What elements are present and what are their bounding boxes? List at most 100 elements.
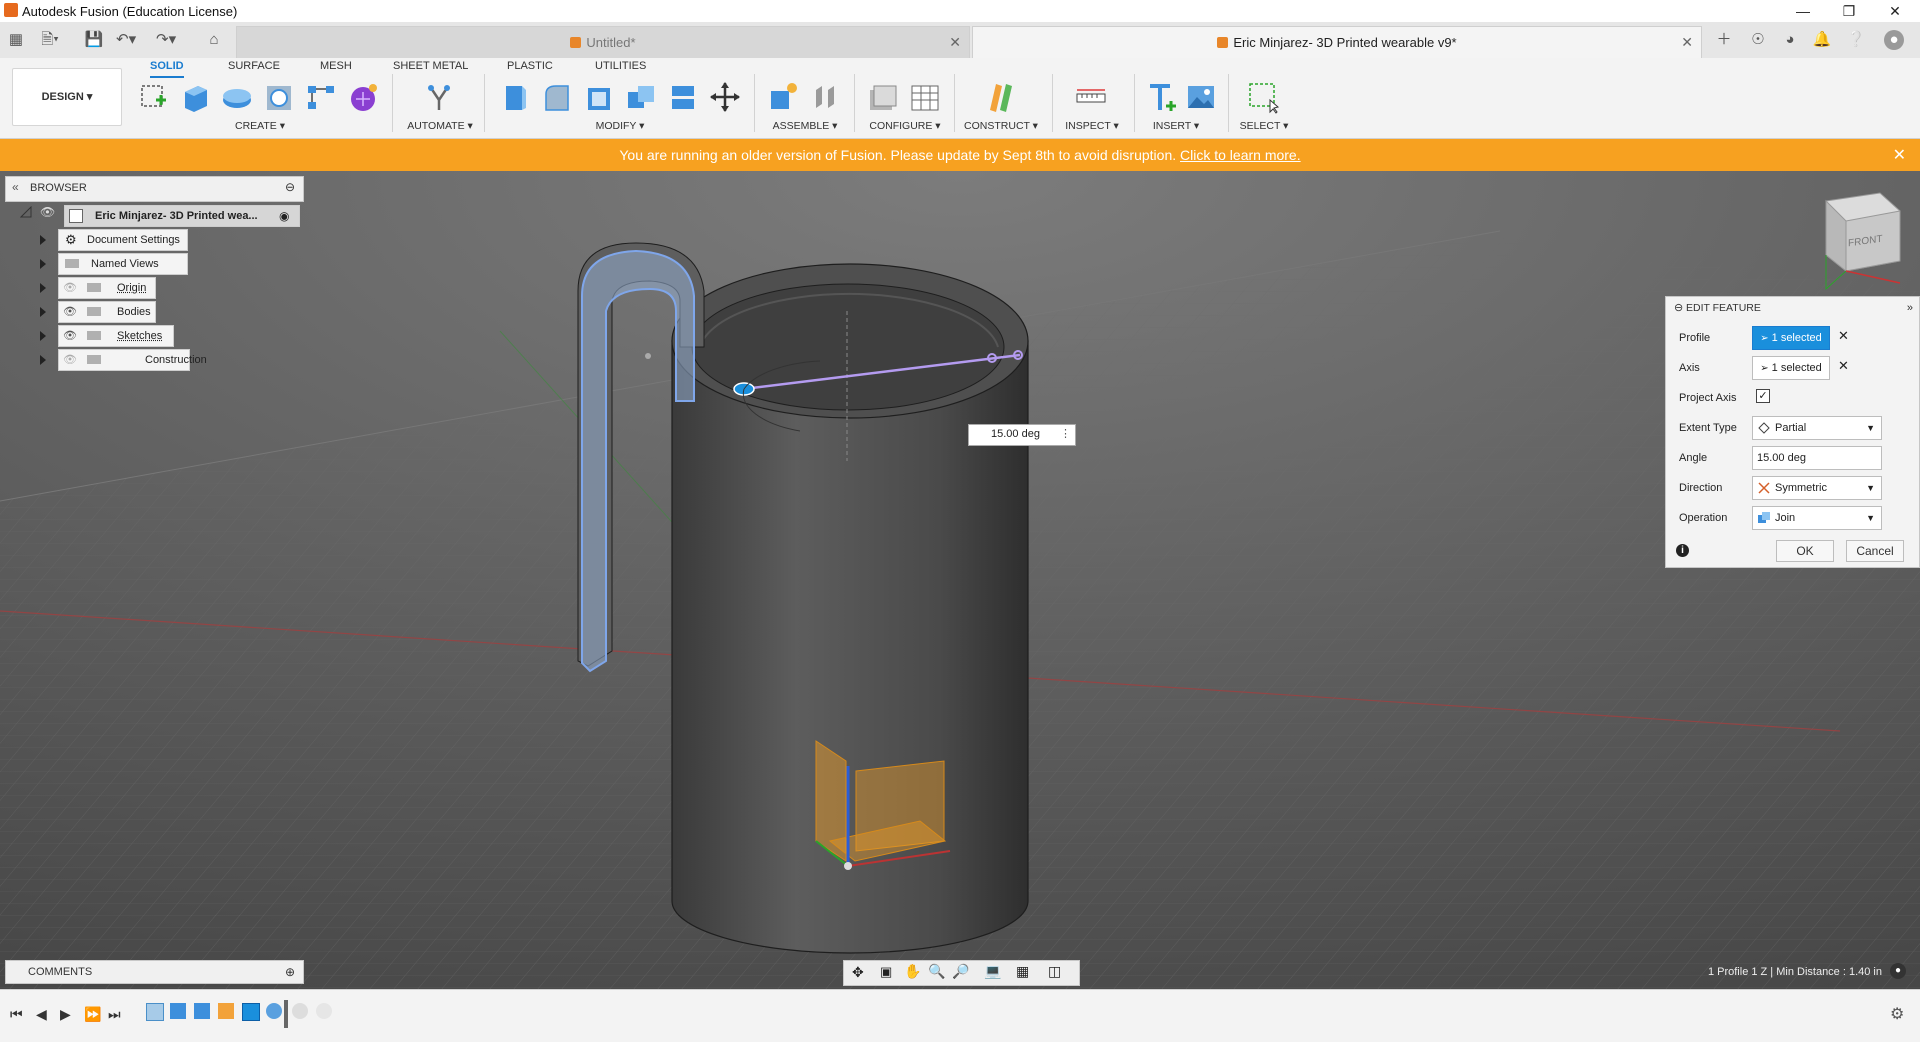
apps-grid-icon[interactable]: ▦ xyxy=(6,30,26,50)
close-window-button[interactable]: ✕ xyxy=(1872,0,1918,22)
visibility-hidden-icon[interactable]: 👁 xyxy=(63,278,77,298)
3d-viewport[interactable]: 15.00 deg ⋮ FRONT xyxy=(0,171,1920,989)
timeline-settings-gear-icon[interactable]: ⚙ xyxy=(1890,1004,1904,1024)
timeline-revolve-icon[interactable] xyxy=(266,1003,282,1019)
create-sketch-icon[interactable] xyxy=(136,80,170,114)
timeline-sketch-icon[interactable] xyxy=(146,1003,164,1021)
ok-button[interactable]: OK xyxy=(1776,540,1834,562)
zoom-icon[interactable]: 🔍 xyxy=(928,963,945,980)
browser-minimize-icon[interactable]: ⊖ xyxy=(285,180,295,194)
step-forward-icon[interactable]: ⏩ xyxy=(84,1006,101,1023)
inspect-menu[interactable]: INSPECT ▾ xyxy=(1056,120,1128,132)
timeline-marker[interactable] xyxy=(284,1000,288,1028)
cancel-button[interactable]: Cancel xyxy=(1846,540,1904,562)
angle-inline-input[interactable]: 15.00 deg ⋮ xyxy=(968,424,1076,446)
profile-selector[interactable]: ➢ 1 selected xyxy=(1752,326,1830,350)
tab-plastic[interactable]: PLASTIC xyxy=(507,60,553,76)
timeline-revolve-pending-icon[interactable] xyxy=(292,1003,308,1019)
clear-profile-icon[interactable]: ✕ xyxy=(1838,328,1849,344)
configure-menu[interactable]: CONFIGURE ▾ xyxy=(866,120,944,132)
expand-arrow-icon[interactable] xyxy=(40,259,46,269)
tab-sheet-metal[interactable]: SHEET METAL xyxy=(393,60,468,76)
combine-icon[interactable] xyxy=(624,80,658,114)
browser-item-document-settings[interactable]: ⚙ Document Settings xyxy=(58,229,188,251)
banner-close-icon[interactable]: ✕ xyxy=(1893,145,1906,165)
browser-item-bodies[interactable]: 👁 Bodies xyxy=(58,301,156,323)
visibility-eye-icon[interactable]: 👁 xyxy=(63,302,77,322)
look-at-icon[interactable]: ▣ xyxy=(880,964,892,980)
go-to-end-icon[interactable]: ⏭ xyxy=(108,1006,121,1023)
canvas-image-icon[interactable] xyxy=(1184,80,1218,114)
automate-icon[interactable] xyxy=(422,80,456,114)
more-options-icon[interactable]: ⋮ xyxy=(1060,427,1071,440)
configure-icon[interactable] xyxy=(866,80,900,114)
expand-arrow-icon[interactable] xyxy=(40,235,46,245)
user-avatar[interactable]: ● xyxy=(1884,30,1904,50)
tab-untitled[interactable]: Untitled* ✕ xyxy=(236,26,970,59)
press-pull-icon[interactable] xyxy=(498,80,532,114)
axis-selector[interactable]: ➢ 1 selected xyxy=(1752,356,1830,380)
activate-radio-icon[interactable]: ◉ xyxy=(279,206,289,226)
expand-arrow-icon[interactable] xyxy=(40,355,46,365)
collapse-panel-icon[interactable]: « xyxy=(12,180,19,194)
dialog-collapse-icon[interactable]: ⊖ xyxy=(1674,297,1683,319)
visibility-eye-icon[interactable]: 👁 xyxy=(63,326,77,346)
extent-type-dropdown[interactable]: Partial ▼ xyxy=(1752,416,1882,440)
redo-icon[interactable]: ↷▾ xyxy=(156,30,176,50)
browser-item-named-views[interactable]: Named Views xyxy=(58,253,188,275)
construct-menu[interactable]: CONSTRUCT ▾ xyxy=(962,120,1040,132)
save-icon[interactable]: 💾 xyxy=(84,30,104,50)
revolve-icon[interactable] xyxy=(220,80,254,114)
play-icon[interactable]: ▶ xyxy=(60,1006,71,1023)
job-status-icon[interactable]: ◕ xyxy=(1780,30,1800,50)
grid-settings-icon[interactable]: ▦ xyxy=(1016,963,1029,980)
timeline-feature-pending-icon[interactable] xyxy=(316,1003,332,1019)
tab-surface[interactable]: SURFACE xyxy=(228,60,280,76)
collapse-root-icon[interactable] xyxy=(20,206,32,218)
browser-item-construction[interactable]: 👁 Construction xyxy=(58,349,190,371)
automate-menu[interactable]: AUTOMATE ▾ xyxy=(404,120,476,132)
fillet-icon[interactable] xyxy=(540,80,574,114)
maximize-button[interactable]: ❐ xyxy=(1826,0,1872,22)
extensions-icon[interactable]: ☉ xyxy=(1748,30,1768,50)
banner-learn-more-link[interactable]: Click to learn more. xyxy=(1180,147,1301,163)
go-to-start-icon[interactable]: ⏮ xyxy=(10,1006,23,1023)
hole-icon[interactable] xyxy=(262,80,296,114)
new-component-icon[interactable] xyxy=(766,80,800,114)
new-tab-icon[interactable]: ＋ xyxy=(1714,30,1734,50)
pattern-icon[interactable] xyxy=(304,80,338,114)
direction-dropdown[interactable]: Symmetric ▼ xyxy=(1752,476,1882,500)
tab-utilities[interactable]: UTILITIES xyxy=(595,60,646,76)
operation-dropdown[interactable]: Join ▼ xyxy=(1752,506,1882,530)
select-menu[interactable]: SELECT ▾ xyxy=(1226,120,1302,132)
browser-item-origin[interactable]: 👁 Origin xyxy=(58,277,156,299)
add-comment-icon[interactable]: ⊕ xyxy=(285,961,295,983)
tab-solid[interactable]: SOLID xyxy=(150,60,184,78)
joint-icon[interactable] xyxy=(808,80,842,114)
expand-dialog-icon[interactable]: » xyxy=(1907,297,1913,319)
viewports-icon[interactable]: ◫ xyxy=(1048,963,1061,980)
timeline-plane-icon[interactable] xyxy=(218,1003,234,1019)
timeline-sketch-active-icon[interactable] xyxy=(242,1003,260,1021)
offset-plane-icon[interactable] xyxy=(984,80,1018,114)
assemble-menu[interactable]: ASSEMBLE ▾ xyxy=(766,120,844,132)
create-form-icon[interactable] xyxy=(346,80,380,114)
expand-arrow-icon[interactable] xyxy=(40,307,46,317)
home-icon[interactable]: ⌂ xyxy=(204,30,224,50)
status-info-icon[interactable]: ● xyxy=(1890,963,1906,979)
info-icon[interactable]: i xyxy=(1676,544,1689,557)
display-settings-icon[interactable]: 💻 xyxy=(984,963,1001,980)
help-icon[interactable]: ❔ xyxy=(1846,30,1866,50)
insert-menu[interactable]: INSERT ▾ xyxy=(1140,120,1212,132)
extrude-icon[interactable] xyxy=(178,80,212,114)
step-back-icon[interactable]: ◀ xyxy=(36,1006,47,1023)
split-body-icon[interactable] xyxy=(666,80,700,114)
configuration-table-icon[interactable] xyxy=(908,80,942,114)
pan-icon[interactable]: ✋ xyxy=(904,963,921,980)
file-menu-icon[interactable]: 🗎▾ xyxy=(40,30,60,50)
visibility-hidden-icon[interactable]: 👁 xyxy=(63,350,77,370)
shell-icon[interactable] xyxy=(582,80,616,114)
comments-panel[interactable]: COMMENTS ⊕ xyxy=(5,960,304,984)
tab-mesh[interactable]: MESH xyxy=(320,60,352,76)
move-copy-icon[interactable] xyxy=(708,80,742,114)
